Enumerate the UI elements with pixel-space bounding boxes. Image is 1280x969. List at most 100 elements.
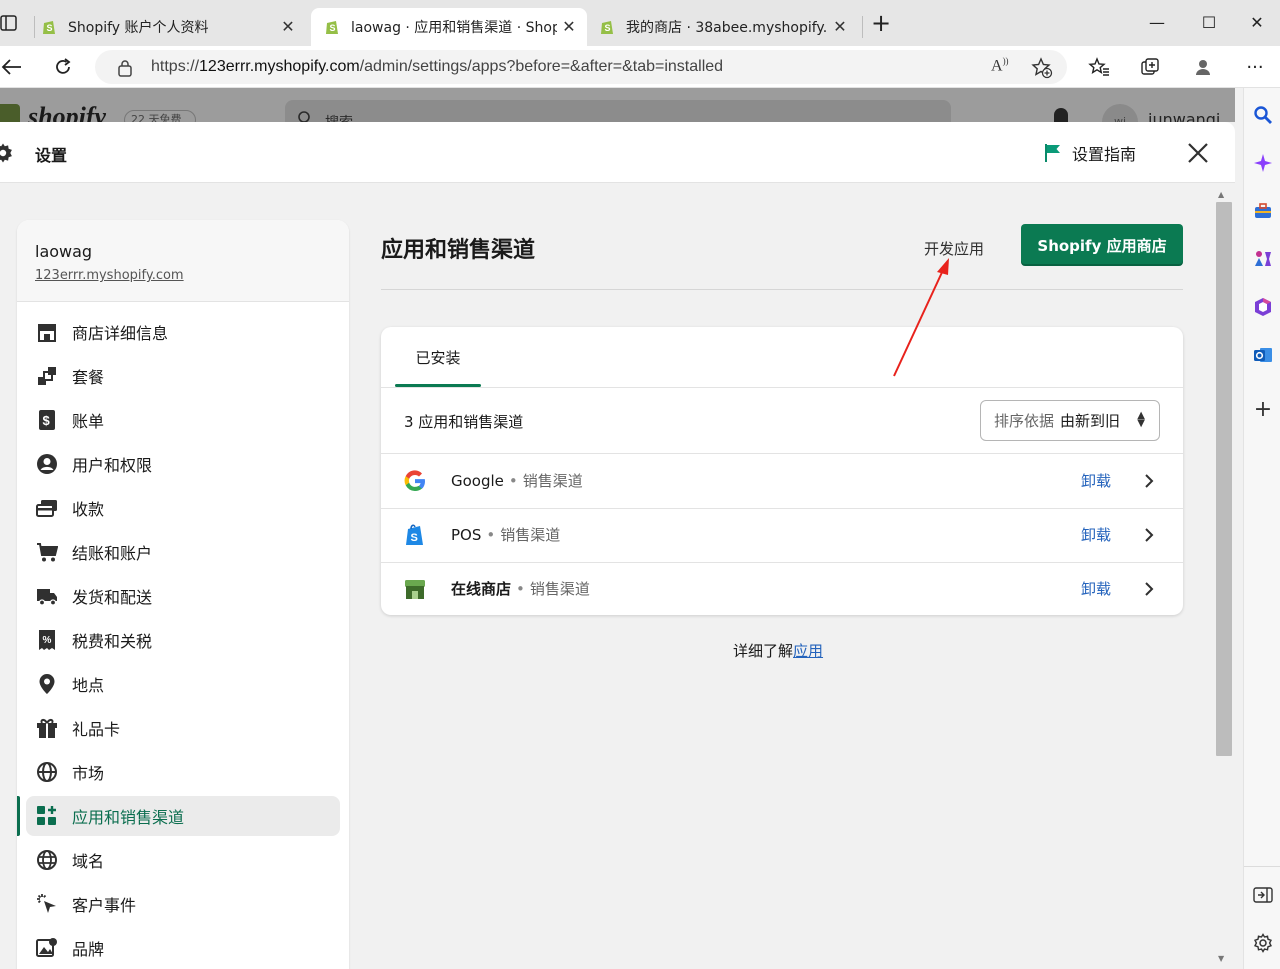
domain-icon xyxy=(35,848,59,872)
close-icon[interactable] xyxy=(1184,139,1212,167)
admin-search-placeholder: 搜索 xyxy=(325,112,353,122)
sidebar-item-shipping[interactable]: 发货和配送 xyxy=(26,576,340,616)
sidebar-item-brand[interactable]: 品牌 xyxy=(26,928,340,968)
app-name: Google • 销售渠道 xyxy=(451,472,583,490)
uninstall-link[interactable]: 卸载 xyxy=(1081,578,1111,599)
settings-modal: 设置 设置指南 ▲ ▼ laowag 123errr.myshopify.com… xyxy=(0,122,1235,969)
develop-apps-button[interactable]: 开发应用 xyxy=(918,234,990,263)
svg-text:S: S xyxy=(330,23,336,33)
more-menu-icon[interactable]: ··· xyxy=(1240,52,1270,82)
page-title: 应用和销售渠道 xyxy=(381,238,536,263)
scroll-up-icon[interactable]: ▲ xyxy=(1218,190,1224,199)
settings-title: 设置 xyxy=(35,146,68,165)
sidebar-settings-icon[interactable] xyxy=(1252,932,1274,954)
sidebar-item-markets[interactable]: 市场 xyxy=(26,752,340,792)
address-bar[interactable]: https://123errr.myshopify.com/admin/sett… xyxy=(95,50,1067,84)
shopify-logo: shopify xyxy=(28,102,106,122)
new-tab-icon[interactable]: + xyxy=(870,11,892,35)
sidebar-item-label: 地点 xyxy=(72,676,105,695)
sidebar-item-locations[interactable]: 地点 xyxy=(26,664,340,704)
chevron-right-icon[interactable] xyxy=(1139,577,1159,601)
browser-tab-apps[interactable]: S laowag · 应用和销售渠道 · Shopify ✕ xyxy=(311,8,587,46)
lock-icon[interactable] xyxy=(117,59,133,77)
back-icon[interactable] xyxy=(0,52,26,82)
app-name: POS • 销售渠道 xyxy=(451,526,561,544)
shopify-app-store-button[interactable]: Shopify 应用商店 xyxy=(1021,224,1183,266)
sidebar-item-billing[interactable]: $ 账单 xyxy=(26,400,340,440)
modal-scrollbar[interactable]: ▲ ▼ xyxy=(1213,184,1235,969)
scroll-down-icon[interactable]: ▼ xyxy=(1218,954,1224,963)
uninstall-link[interactable]: 卸载 xyxy=(1081,524,1111,545)
edge-sidebar: + xyxy=(1243,88,1280,969)
window-close-icon[interactable]: ✕ xyxy=(1234,8,1280,38)
url-text: https://123errr.myshopify.com/admin/sett… xyxy=(151,58,724,75)
chevron-right-icon[interactable] xyxy=(1139,523,1159,547)
app-name: 在线商店 • 销售渠道 xyxy=(451,580,590,598)
collections-icon[interactable] xyxy=(1136,52,1166,82)
sidebar-item-label: 客户事件 xyxy=(72,896,137,915)
sidebar-item-customer-events[interactable]: 客户事件 xyxy=(26,884,340,924)
sidebar-item-store-details[interactable]: 商店详细信息 xyxy=(26,312,340,352)
favorites-icon[interactable] xyxy=(1084,52,1114,82)
tools-icon[interactable] xyxy=(1252,200,1274,222)
tab-title: Shopify 账户个人资料 xyxy=(68,20,209,36)
tab-installed[interactable]: 已安装 xyxy=(395,327,481,387)
divider xyxy=(381,289,1183,290)
sidebar-item-taxes[interactable]: % 税费和关税 xyxy=(26,620,340,660)
sidebar-item-label: 税费和关税 xyxy=(72,632,153,651)
minimize-icon[interactable]: — xyxy=(1134,8,1180,38)
svg-text:S: S xyxy=(605,23,611,33)
payments-icon xyxy=(35,496,59,520)
store-domain[interactable]: 123errr.myshopify.com xyxy=(35,268,184,283)
refresh-icon[interactable] xyxy=(48,52,78,82)
active-indicator xyxy=(17,796,20,836)
tax-icon: % xyxy=(35,628,59,652)
store-info[interactable]: laowag 123errr.myshopify.com xyxy=(17,220,349,302)
copilot-icon[interactable] xyxy=(1252,152,1274,174)
setup-guide-button[interactable]: 设置指南 xyxy=(1044,141,1136,165)
hide-sidebar-icon[interactable] xyxy=(1252,884,1274,906)
chevron-right-icon[interactable] xyxy=(1139,469,1159,493)
games-icon[interactable] xyxy=(1252,248,1274,270)
sidebar-item-plan[interactable]: 套餐 xyxy=(26,356,340,396)
settings-header: 设置 设置指南 xyxy=(0,122,1235,183)
uninstall-link[interactable]: 卸载 xyxy=(1081,470,1111,491)
read-aloud-icon[interactable]: A)) xyxy=(991,56,1009,75)
sidebar-item-payments[interactable]: 收款 xyxy=(26,488,340,528)
add-favorite-icon[interactable] xyxy=(1031,57,1053,79)
search-icon[interactable] xyxy=(1252,104,1274,126)
sidebar-item-domains[interactable]: 域名 xyxy=(26,840,340,880)
notification-bell-icon xyxy=(1054,108,1068,122)
store-name: laowag xyxy=(35,242,93,261)
sort-select[interactable]: 排序依据 由新到旧 ▲ ▼ xyxy=(980,400,1160,441)
globe-icon xyxy=(35,760,59,784)
scroll-thumb[interactable] xyxy=(1216,202,1232,756)
user-name: junwangj xyxy=(1148,110,1221,122)
sidebar-item-users[interactable]: 用户和权限 xyxy=(26,444,340,484)
tab-close-icon[interactable]: ✕ xyxy=(830,17,850,37)
list-item[interactable]: Google • 销售渠道 卸载 xyxy=(381,454,1183,508)
cart-icon xyxy=(35,540,59,564)
sidebar-item-apps[interactable]: 应用和销售渠道 xyxy=(26,796,340,836)
office-icon[interactable] xyxy=(1252,296,1274,318)
add-sidebar-app-icon[interactable]: + xyxy=(1252,397,1274,422)
learn-more-link[interactable]: 应用 xyxy=(793,642,823,660)
tab-actions-icon[interactable] xyxy=(0,14,18,32)
tab-close-icon[interactable]: ✕ xyxy=(278,17,298,37)
store-icon xyxy=(35,320,59,344)
profile-icon[interactable] xyxy=(1188,52,1218,82)
tab-close-icon[interactable]: ✕ xyxy=(559,17,579,37)
outlook-icon[interactable] xyxy=(1252,344,1274,366)
svg-text:S: S xyxy=(47,23,53,33)
list-item[interactable]: S POS • 销售渠道 卸载 xyxy=(381,508,1183,562)
sidebar-item-label: 套餐 xyxy=(72,368,105,387)
tab-title: laowag · 应用和销售渠道 · Shopify xyxy=(351,20,557,36)
list-item[interactable]: 在线商店 • 销售渠道 卸载 xyxy=(381,562,1183,615)
browser-tab-account[interactable]: S Shopify 账户个人资料 ✕ xyxy=(40,8,306,46)
google-icon xyxy=(404,470,425,492)
sidebar-item-gift-cards[interactable]: 礼品卡 xyxy=(26,708,340,748)
sidebar-item-checkout[interactable]: 结账和账户 xyxy=(26,532,340,572)
maximize-icon[interactable]: ☐ xyxy=(1186,8,1232,38)
browser-tab-store[interactable]: S 我的商店 · 38abee.myshopify.com ✕ xyxy=(598,8,858,46)
gift-icon xyxy=(35,716,59,740)
